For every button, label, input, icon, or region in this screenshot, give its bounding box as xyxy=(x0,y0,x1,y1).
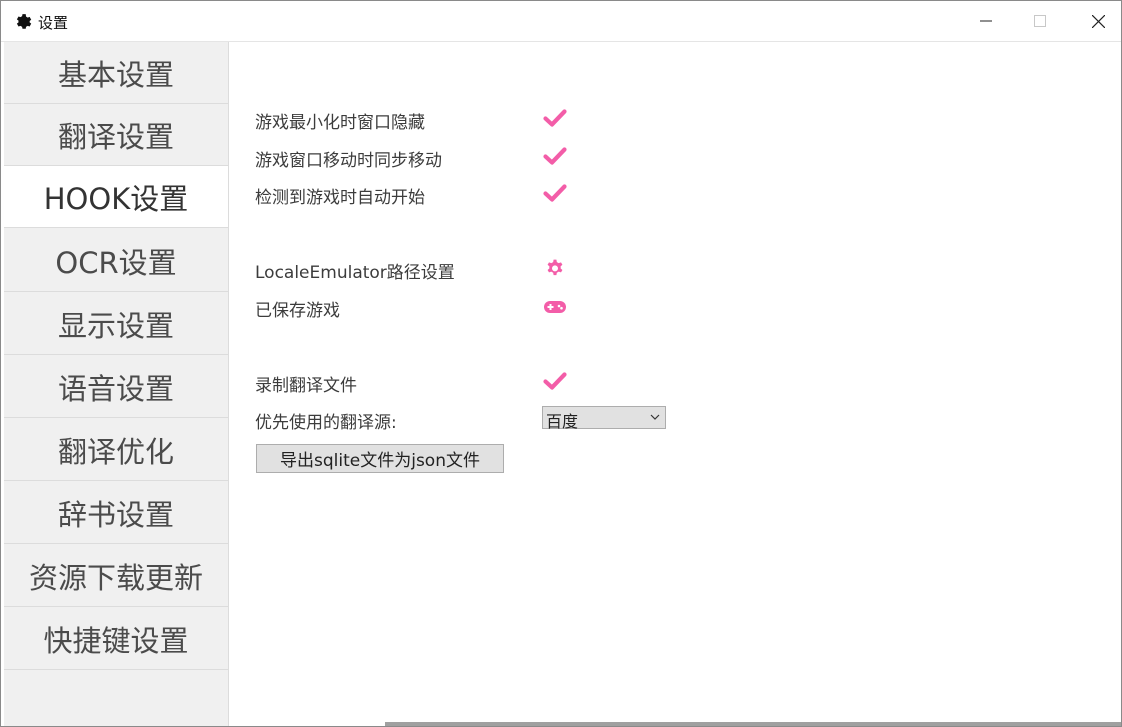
export-json-button[interactable]: 导出sqlite文件为json文件 xyxy=(256,444,504,473)
sidebar-item-resources[interactable]: 资源下载更新 xyxy=(4,545,228,607)
le-path-label: LocaleEmulator路径设置 xyxy=(255,263,455,283)
sidebar-item-display[interactable]: 显示设置 xyxy=(4,293,228,355)
minimize-button[interactable] xyxy=(957,1,1015,41)
hook-settings-panel: 游戏最小化时窗口隐藏 游戏窗口移动时同步移动 检测到游戏时自动开始 Locale… xyxy=(229,42,1121,726)
saved-games-button[interactable] xyxy=(542,296,568,318)
sync-move-label: 游戏窗口移动时同步移动 xyxy=(255,151,442,171)
sidebar-item-hook[interactable]: HOOK设置 xyxy=(4,166,228,228)
sidebar-item-dictionary[interactable]: 辞书设置 xyxy=(4,482,228,544)
preferred-source-value: 百度 xyxy=(546,412,579,431)
check-icon xyxy=(543,184,567,202)
settings-sidebar: 基本设置 翻译设置 HOOK设置 OCR设置 显示设置 语音设置 翻译优化 辞书… xyxy=(4,42,229,726)
hide-on-minimize-toggle[interactable] xyxy=(542,107,568,129)
maximize-icon xyxy=(1034,15,1046,27)
gear-icon xyxy=(547,259,563,276)
close-button[interactable] xyxy=(1069,1,1121,41)
check-icon xyxy=(543,109,567,127)
gamepad-icon xyxy=(544,301,566,313)
gear-icon xyxy=(16,14,32,29)
preferred-source-select[interactable]: 百度 xyxy=(542,406,666,431)
sidebar-item-ocr[interactable]: OCR设置 xyxy=(4,230,228,292)
horizontal-scrollbar[interactable] xyxy=(385,722,1121,726)
sidebar-item-translation[interactable]: 翻译设置 xyxy=(4,104,228,166)
le-path-settings-button[interactable] xyxy=(542,257,568,279)
window-title: 设置 xyxy=(38,14,69,32)
close-icon xyxy=(1092,15,1105,28)
sidebar-item-voice[interactable]: 语音设置 xyxy=(4,356,228,418)
preferred-source-label: 优先使用的翻译源: xyxy=(255,413,397,433)
chevron-down-icon xyxy=(650,414,660,420)
record-translation-toggle[interactable] xyxy=(542,370,568,392)
title-bar: 设置 xyxy=(1,1,1121,42)
maximize-button[interactable] xyxy=(1011,1,1069,41)
minimize-icon xyxy=(980,20,992,22)
auto-start-toggle[interactable] xyxy=(542,182,568,204)
saved-games-label: 已保存游戏 xyxy=(255,301,340,321)
settings-window: 设置 基本设置 翻译设置 HOOK设置 OCR设置 显示设置 语音设置 翻译优化… xyxy=(0,0,1122,727)
check-icon xyxy=(543,372,567,390)
sidebar-item-basic[interactable]: 基本设置 xyxy=(4,42,228,104)
auto-start-label: 检测到游戏时自动开始 xyxy=(255,188,425,208)
sidebar-item-optimization[interactable]: 翻译优化 xyxy=(4,419,228,481)
sync-move-toggle[interactable] xyxy=(542,145,568,167)
hide-on-minimize-label: 游戏最小化时窗口隐藏 xyxy=(255,113,425,133)
sidebar-item-hotkeys[interactable]: 快捷键设置 xyxy=(4,608,228,670)
record-translation-label: 录制翻译文件 xyxy=(255,376,357,396)
check-icon xyxy=(543,147,567,165)
